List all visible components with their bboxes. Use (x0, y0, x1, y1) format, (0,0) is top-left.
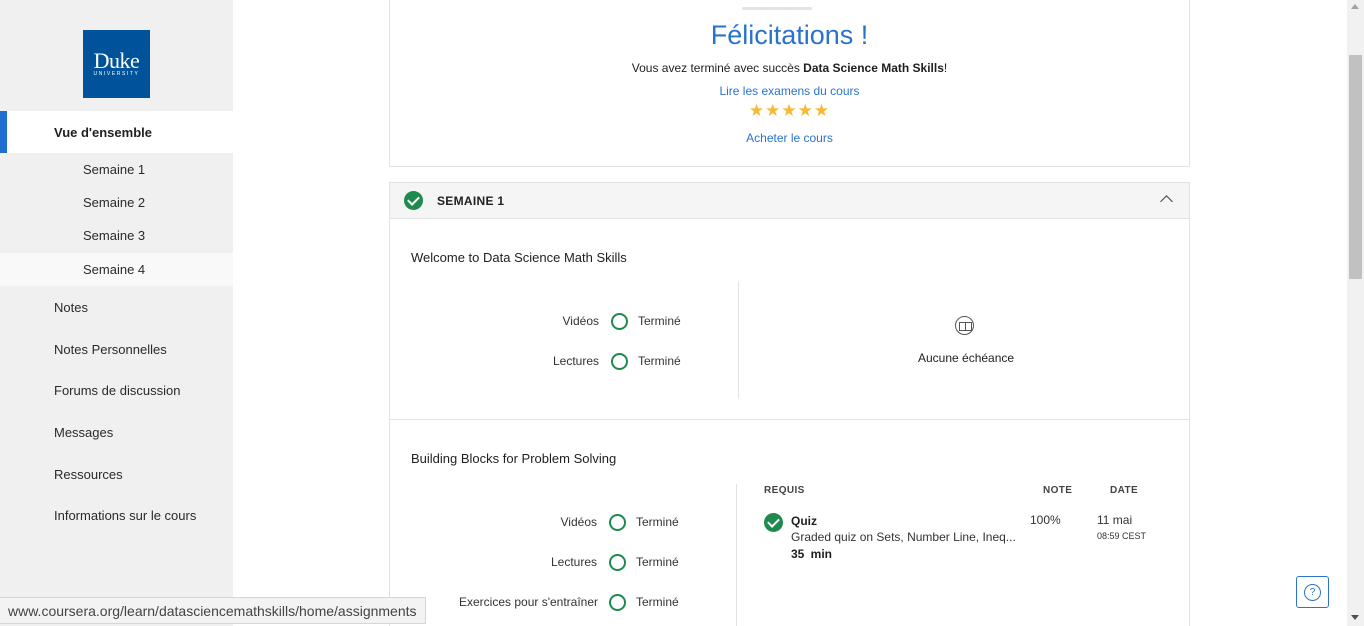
section-title: Building Blocks for Problem Solving (411, 451, 617, 466)
week-title: SEMAINE 1 (437, 193, 505, 208)
progress-label: Vidéos (562, 314, 599, 328)
card-handle (742, 7, 812, 10)
progress-status: Terminé (638, 314, 681, 328)
help-button[interactable]: ? (1296, 576, 1329, 608)
check-circle-icon (764, 513, 783, 532)
logo-wordmark: Duke (93, 48, 140, 73)
buy-course-link[interactable]: Acheter le cours (390, 131, 1189, 145)
progress-row-readings: Lectures Terminé (459, 552, 679, 572)
progress-status: Terminé (636, 515, 679, 529)
congrats-title: Félicitations ! (710, 20, 869, 50)
section-title: Welcome to Data Science Math Skills (411, 250, 627, 265)
assignment-duration: 35 min (791, 547, 833, 561)
progress-ring-icon (611, 352, 628, 370)
header-date: DATE (1110, 485, 1139, 496)
section-building-blocks: Building Blocks for Problem Solving Vidé… (389, 420, 1190, 626)
progress-status: Terminé (636, 555, 679, 569)
sidebar-item-personal-notes[interactable]: Notes Personnelles (0, 329, 233, 369)
progress-status: Terminé (636, 595, 679, 609)
scroll-up-arrow-icon[interactable] (1351, 4, 1359, 9)
no-deadline-text: Aucune échéance (918, 351, 1015, 365)
assignment-time: 08:59 CEST (1097, 531, 1147, 541)
header-grade: NOTE (1043, 485, 1073, 496)
sidebar: Duke UNIVERSITY Vue d'ensemble Semaine 1… (0, 0, 233, 626)
week-1-header[interactable]: SEMAINE 1 (389, 182, 1190, 219)
sidebar-item-overview[interactable]: Vue d'ensemble (0, 111, 233, 153)
chevron-up-icon[interactable] (1160, 195, 1173, 208)
sidebar-item-resources[interactable]: Ressources (0, 454, 233, 494)
assignment-name-link[interactable]: Quiz (791, 514, 817, 528)
header-required: REQUIS (764, 485, 805, 496)
progress-ring-icon (609, 593, 626, 611)
progress-row-exercises: Exercices pour s'entraîner Terminé (459, 592, 679, 612)
check-circle-icon (404, 191, 423, 210)
sidebar-item-forums[interactable]: Forums de discussion (0, 370, 233, 410)
progress-status: Terminé (638, 354, 681, 368)
progress-label: Vidéos (560, 515, 597, 529)
sidebar-item-messages[interactable]: Messages (0, 412, 233, 452)
progress-ring-icon (609, 553, 626, 571)
column-divider (736, 484, 737, 626)
progress-row-readings: Lectures Terminé (461, 351, 681, 371)
column-divider (738, 281, 739, 399)
completion-message: Vous avez terminé avec succès Data Scien… (390, 61, 1189, 75)
course-name: Data Science Math Skills (803, 61, 944, 75)
progress-label: Lectures (552, 354, 599, 368)
logo-subtitle: UNIVERSITY (93, 71, 140, 77)
progress-row-videos: Vidéos Terminé (459, 512, 679, 532)
progress-label: Lectures (550, 555, 597, 569)
assignment-description: Graded quiz on Sets, Number Line, Ineq..… (791, 530, 1016, 544)
rating-stars[interactable]: ★★★★★ (390, 101, 1189, 121)
vertical-scrollbar[interactable] (1347, 0, 1364, 626)
sidebar-item-week-2[interactable]: Semaine 2 (0, 186, 233, 219)
duke-logo[interactable]: Duke UNIVERSITY (83, 30, 150, 98)
assignment-grade: 100% (1030, 513, 1061, 527)
scrollbar-thumb[interactable] (1349, 55, 1362, 279)
progress-ring-icon (611, 312, 628, 330)
section-welcome: Welcome to Data Science Math Skills Vidé… (389, 219, 1190, 420)
sidebar-item-week-4[interactable]: Semaine 4 (0, 253, 233, 286)
progress-ring-icon (609, 513, 626, 531)
message-prefix: Vous avez terminé avec succès (631, 61, 804, 75)
sidebar-item-week-1[interactable]: Semaine 1 (0, 153, 233, 186)
assignment-date: 11 mai (1097, 513, 1133, 527)
status-bar-url: www.coursera.org/learn/datasciencemathsk… (0, 597, 426, 624)
message-suffix: ! (943, 61, 948, 75)
scroll-down-arrow-icon[interactable] (1351, 615, 1359, 620)
sidebar-item-course-info[interactable]: Informations sur le cours (0, 495, 233, 535)
help-icon: ? (1304, 584, 1321, 601)
read-reviews-link[interactable]: Lire les examens du cours (390, 84, 1189, 98)
sidebar-item-week-3[interactable]: Semaine 3 (0, 219, 233, 252)
progress-label: Exercices pour s'entraîner (459, 595, 599, 609)
progress-row-videos: Vidéos Terminé (461, 311, 681, 331)
completion-card: Félicitations ! Vous avez terminé avec s… (389, 0, 1190, 167)
book-icon (955, 316, 974, 335)
sidebar-item-notes[interactable]: Notes (0, 287, 233, 327)
